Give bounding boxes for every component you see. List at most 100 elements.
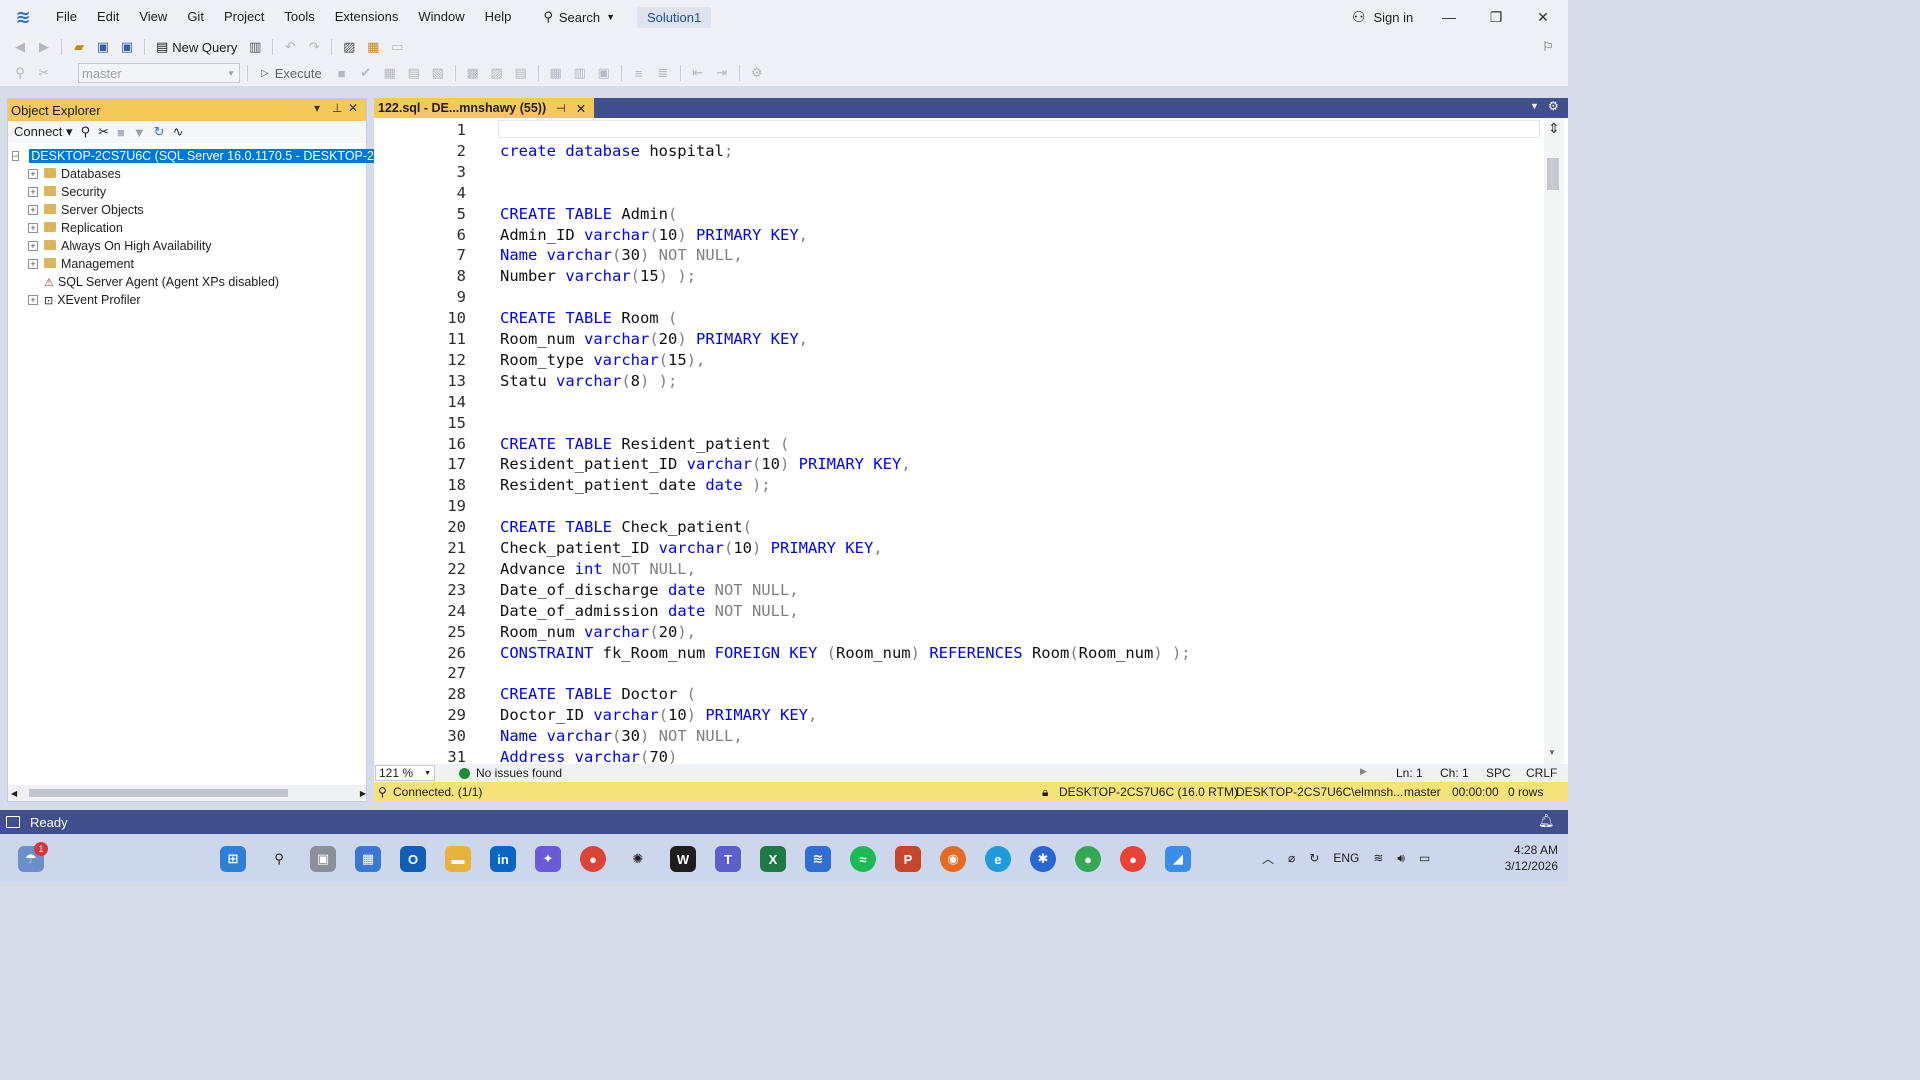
results-pane-icon[interactable]: ▣ [594, 63, 614, 83]
save-all-icon[interactable]: ▣ [117, 37, 137, 57]
indent-icon[interactable]: ⇥ [712, 63, 732, 83]
client-stats-icon[interactable]: ▤ [511, 63, 531, 83]
code-line[interactable]: CREATE TABLE Admin( [500, 205, 677, 223]
ssms-taskbar-icon[interactable]: ≋ [805, 846, 831, 872]
chrome-profile-2-icon[interactable]: ● [1120, 846, 1146, 872]
menu-git[interactable]: Git [177, 0, 214, 34]
pin-tab-icon[interactable]: ⊣ [556, 102, 566, 115]
solution-explorer-icon[interactable]: ▦ [363, 37, 383, 57]
stop-icon[interactable]: ■ [332, 63, 352, 83]
paint-icon[interactable]: ◢ [1165, 846, 1191, 872]
chrome-icon[interactable]: ● [580, 846, 606, 872]
scroll-right-icon[interactable]: ▶ [360, 789, 366, 798]
open-folder-icon[interactable]: ▰ [69, 37, 89, 57]
vertical-scrollbar[interactable]: ⇕ ▼ [1544, 118, 1564, 764]
battery-icon[interactable]: ▭ [1419, 851, 1430, 865]
code-line[interactable]: create database hospital; [500, 142, 733, 160]
estimated-plan-icon[interactable]: ▦ [380, 63, 400, 83]
scrollbar-thumb[interactable] [29, 789, 288, 797]
tree-node-sql-agent[interactable]: ⚠ SQL Server Agent (Agent XPs disabled) [8, 273, 366, 291]
scroll-right-icon[interactable]: ▶ [1360, 766, 1367, 777]
tree-node-databases[interactable]: + Databases [8, 165, 366, 183]
menu-extensions[interactable]: Extensions [325, 0, 409, 34]
new-query-button[interactable]: ▤ New Query [152, 39, 241, 55]
tree-node-server-objects[interactable]: + Server Objects [8, 201, 366, 219]
minimize-button[interactable]: — [1426, 0, 1472, 34]
close-button[interactable]: ✕ [1520, 0, 1566, 34]
scrollbar-thumb[interactable] [1547, 158, 1559, 190]
code-line[interactable]: Room_num varchar(20), [500, 623, 696, 641]
specify-values-icon[interactable]: ⚙ [747, 63, 767, 83]
activity-icon[interactable]: ∿ [173, 124, 184, 140]
disconnect-icon[interactable]: ✂ [34, 63, 54, 83]
spotify-icon[interactable]: ≈ [850, 846, 876, 872]
code-line[interactable]: Resident_patient_ID varchar(10) PRIMARY … [500, 455, 911, 473]
query-options-icon[interactable]: ▥ [245, 37, 265, 57]
connect-dropdown[interactable]: Connect ▾ [14, 124, 73, 140]
teams-icon[interactable]: T [715, 846, 741, 872]
parse-icon[interactable]: ✔ [356, 63, 376, 83]
refresh-icon[interactable]: ↻ [154, 124, 165, 140]
close-tab-icon[interactable]: ✕ [576, 101, 586, 116]
code-line[interactable]: Doctor_ID varchar(10) PRIMARY KEY, [500, 706, 817, 724]
volume-icon[interactable]: 🔊︎ [1397, 851, 1405, 866]
chrome-profile-icon[interactable]: ● [1075, 846, 1101, 872]
menu-view[interactable]: View [129, 0, 177, 34]
code-line[interactable]: Number varchar(15) ); [500, 267, 696, 285]
code-line[interactable]: Admin_ID varchar(10) PRIMARY KEY, [500, 226, 808, 244]
code-line[interactable]: Resident_patient_date date ); [500, 476, 771, 494]
pin-icon[interactable]: ⊥ [332, 101, 342, 115]
filter-icon[interactable]: ▼ [133, 125, 146, 140]
code-line[interactable]: CONSTRAINT fk_Room_num FOREIGN KEY (Room… [500, 644, 1191, 662]
feedback-icon[interactable]: ⚐ [1538, 37, 1558, 57]
code-line[interactable]: CREATE TABLE Check_patient( [500, 518, 752, 536]
code-line[interactable]: Check_patient_ID varchar(10) PRIMARY KEY… [500, 539, 883, 557]
expand-icon[interactable]: + [28, 223, 38, 233]
menu-edit[interactable]: Edit [87, 0, 129, 34]
code-line[interactable]: CREATE TABLE Room ( [500, 309, 677, 327]
clock[interactable]: 4:28 AM 3/12/2026 [1488, 842, 1558, 874]
code-line[interactable]: Address varchar(70) [500, 748, 677, 764]
menu-file[interactable]: File [46, 0, 87, 34]
menu-window[interactable]: Window [408, 0, 474, 34]
restore-button[interactable]: ❐ [1473, 0, 1519, 34]
window-position-icon[interactable]: ▾ [314, 101, 320, 115]
settings-icon[interactable]: ⚙ [1548, 99, 1559, 113]
collapse-icon[interactable]: − [12, 151, 20, 161]
wifi-icon[interactable]: ≋ [1373, 851, 1383, 865]
expand-icon[interactable]: + [28, 169, 38, 179]
tree-node-management[interactable]: + Management [8, 255, 366, 273]
code-line[interactable]: Name varchar(30) NOT NULL, [500, 727, 743, 745]
code-line[interactable]: CREATE TABLE Doctor ( [500, 685, 696, 703]
comment-icon[interactable]: ≡ [629, 63, 649, 83]
code-line[interactable]: Date_of_discharge date NOT NULL, [500, 581, 799, 599]
menu-help[interactable]: Help [475, 0, 522, 34]
tree-node-server[interactable]: − DESKTOP-2CS7U6C (SQL Server 16.0.1170.… [8, 147, 394, 165]
linkedin-icon[interactable]: in [490, 846, 516, 872]
expand-icon[interactable]: + [28, 295, 38, 305]
redo-icon[interactable]: ↷ [304, 37, 324, 57]
horizontal-scrollbar[interactable]: ◀ ▶ [8, 785, 366, 801]
results-grid-icon[interactable]: ▦ [546, 63, 566, 83]
tree-node-xevent-profiler[interactable]: + ⊡ XEvent Profiler [8, 291, 366, 309]
expand-icon[interactable]: + [28, 241, 38, 251]
split-editor-icon[interactable]: ⇕ [1544, 120, 1564, 140]
undo-icon[interactable]: ↶ [280, 37, 300, 57]
code-line[interactable]: Room_num varchar(20) PRIMARY KEY, [500, 330, 808, 348]
live-stats-icon[interactable]: ▨ [487, 63, 507, 83]
edge-icon[interactable]: e [985, 846, 1011, 872]
forward-icon[interactable]: ▶ [34, 37, 54, 57]
layout-icon[interactable]: ▭ [387, 37, 407, 57]
code-line[interactable]: CREATE TABLE Resident_patient ( [500, 435, 789, 453]
tree-node-security[interactable]: + Security [8, 183, 366, 201]
connect-plug-icon[interactable]: ⚲ [81, 124, 91, 140]
results-file-icon[interactable]: ▥ [570, 63, 590, 83]
uncomment-icon[interactable]: ≣ [653, 63, 673, 83]
language-indicator[interactable]: ENG [1333, 851, 1359, 865]
code-line[interactable]: Advance int NOT NULL, [500, 560, 696, 578]
tree-node-replication[interactable]: + Replication [8, 219, 366, 237]
search-icon[interactable]: ⚲ [266, 846, 292, 872]
zoom-select[interactable]: 121 % ▼ [375, 765, 435, 781]
back-icon[interactable]: ◀ [10, 37, 30, 57]
app-icon[interactable]: ✱ [1030, 846, 1056, 872]
